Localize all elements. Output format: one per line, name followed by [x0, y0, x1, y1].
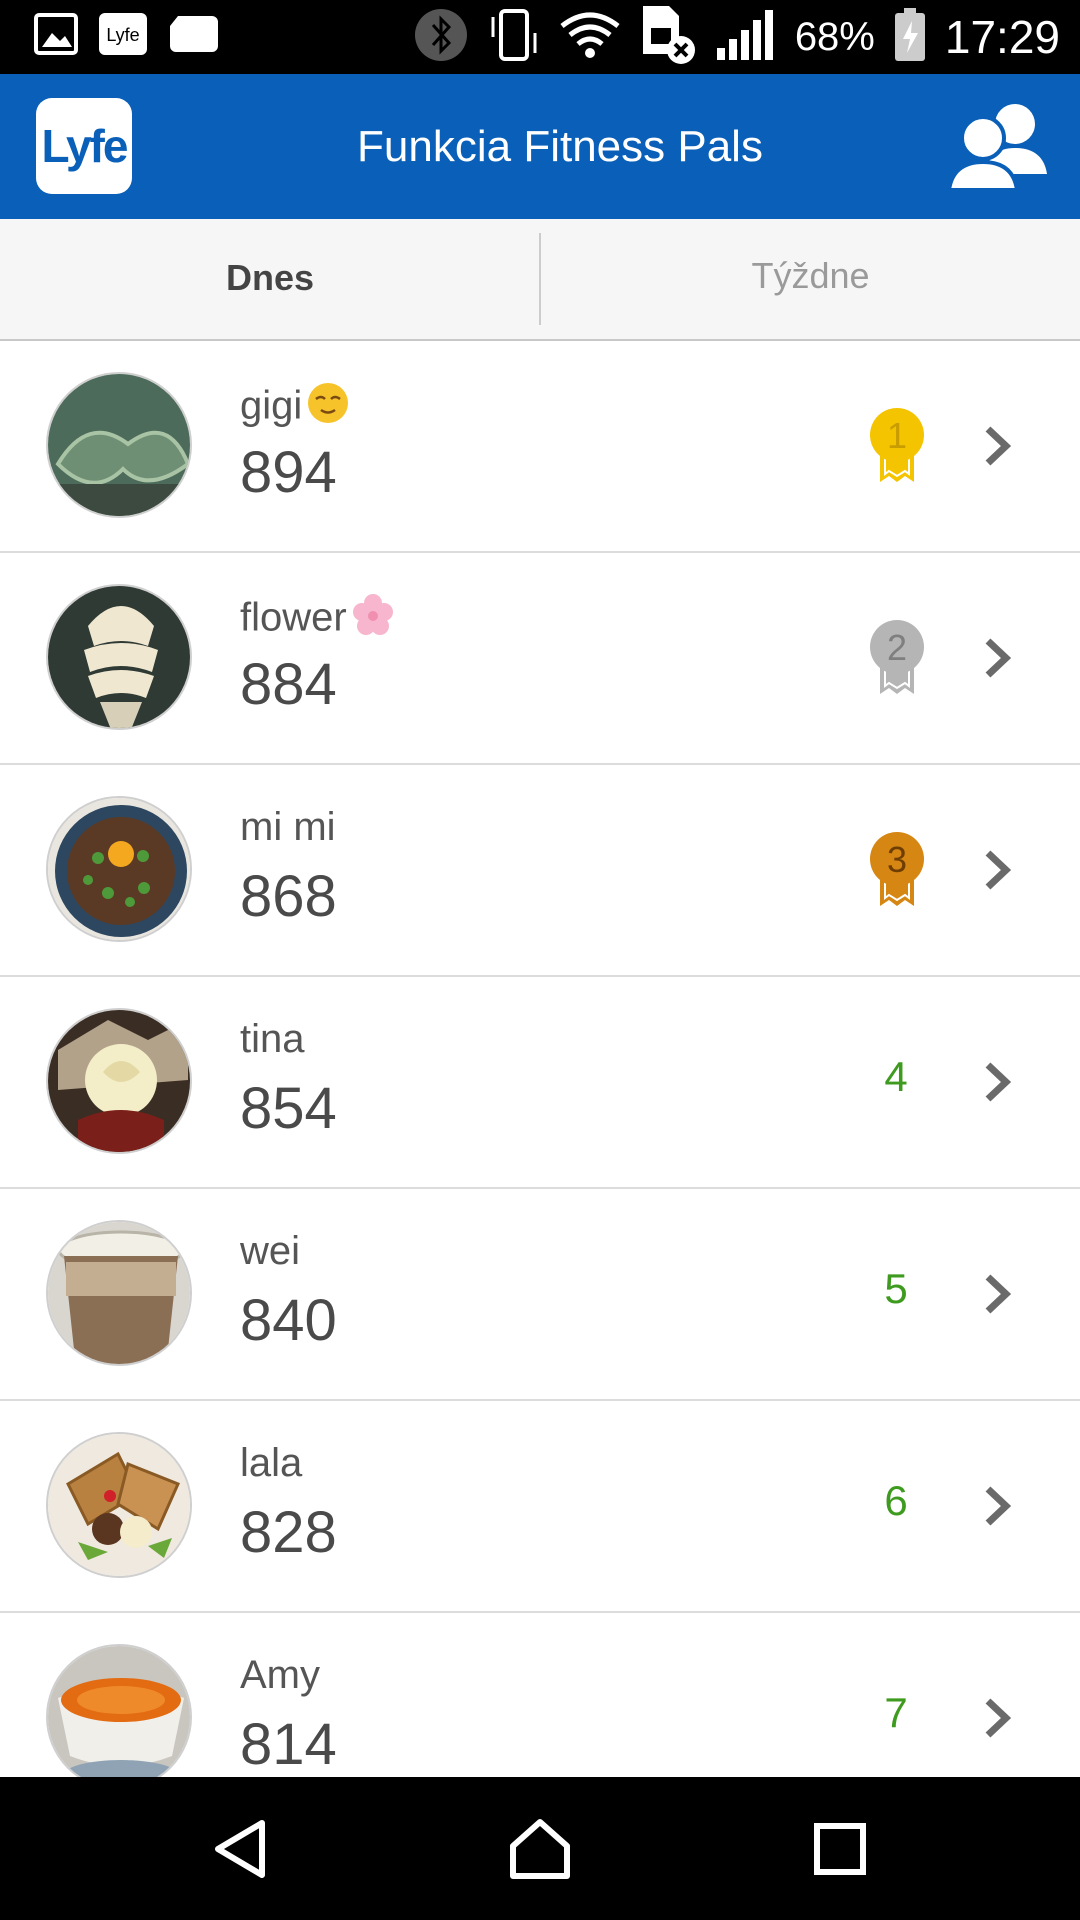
- leaderboard-list: gigi 894 1 flower 884 2 mi mi 868 3 tina…: [0, 341, 1080, 1777]
- lyfe-notification-icon: Lyfe: [98, 12, 148, 61]
- cherry-blossom-emoji: [351, 593, 395, 647]
- smiling-face-emoji: [306, 381, 350, 435]
- clock: 17:29: [944, 11, 1060, 63]
- friends-icon: [946, 104, 1047, 192]
- gallery-notification-icon: [34, 13, 78, 60]
- medal-rank: 2: [887, 627, 907, 668]
- leaderboard-row[interactable]: wei 840 5: [0, 1189, 1080, 1401]
- svg-text:Lyfe: Lyfe: [106, 25, 139, 45]
- leaderboard-row[interactable]: mi mi 868 3: [0, 765, 1080, 977]
- avatar: [46, 1432, 192, 1578]
- wifi-icon: [559, 10, 621, 65]
- silver-medal-icon: 2: [864, 618, 930, 696]
- chevron-right-icon[interactable]: [982, 1697, 1012, 1739]
- user-name: Amy: [240, 1653, 320, 1697]
- back-button[interactable]: [190, 1807, 290, 1891]
- page-title: Funkcia Fitness Pals: [357, 122, 763, 171]
- chevron-right-icon[interactable]: [982, 1273, 1012, 1315]
- user-score: 854: [240, 1076, 337, 1141]
- gold-medal-icon: 1: [864, 406, 930, 484]
- bluetooth-icon: [413, 7, 469, 68]
- user-name: gigi: [240, 383, 303, 428]
- leaderboard-row[interactable]: tina 854 4: [0, 977, 1080, 1189]
- user-name: wei: [240, 1229, 301, 1273]
- user-name: mi mi: [240, 805, 336, 849]
- chevron-right-icon[interactable]: [982, 637, 1012, 679]
- avatar: [46, 584, 192, 730]
- friends-button[interactable]: [942, 94, 1052, 198]
- app-logo[interactable]: Lyfe: [36, 98, 132, 194]
- user-name: lala: [240, 1441, 303, 1485]
- user-score: 868: [240, 864, 337, 929]
- chevron-right-icon[interactable]: [982, 849, 1012, 891]
- rank-number: 5: [884, 1265, 908, 1312]
- bronze-medal-icon: 3: [864, 830, 930, 908]
- chevron-right-icon[interactable]: [982, 425, 1012, 467]
- leaderboard-row[interactable]: lala 828 6: [0, 1401, 1080, 1613]
- user-score: 840: [240, 1288, 337, 1353]
- user-name: tina: [240, 1017, 305, 1061]
- medal-rank: 3: [887, 839, 907, 880]
- avatar: [46, 1220, 192, 1366]
- app-bar: Lyfe Funkcia Fitness Pals: [0, 74, 1080, 219]
- status-bar: Lyfe 68% 17:29: [0, 0, 1080, 74]
- rank-number: 6: [884, 1477, 908, 1524]
- recent-apps-icon: [814, 1823, 866, 1875]
- user-name: flower: [240, 595, 347, 640]
- home-icon: [510, 1819, 570, 1879]
- user-score: 884: [240, 652, 337, 717]
- avatar: [46, 372, 192, 518]
- no-sim-icon: [639, 4, 697, 71]
- system-navigation-bar: [0, 1777, 1080, 1920]
- battery-percentage: 68%: [794, 14, 875, 59]
- message-notification-icon: [168, 14, 220, 59]
- back-icon: [215, 1820, 265, 1878]
- tab-today[interactable]: Dnes: [0, 219, 540, 339]
- leaderboard-row[interactable]: Amy 814 7: [0, 1613, 1080, 1777]
- user-score: 894: [240, 440, 337, 505]
- recent-apps-button[interactable]: [790, 1807, 890, 1891]
- tab-week[interactable]: Týždne: [541, 219, 1080, 339]
- period-tabs: Dnes Týždne: [0, 219, 1080, 341]
- vibrate-icon: [487, 7, 541, 68]
- avatar: [46, 796, 192, 942]
- chevron-right-icon[interactable]: [982, 1485, 1012, 1527]
- logo-text: Lyfe: [41, 120, 129, 172]
- signal-icon: [715, 8, 777, 67]
- medal-rank: 1: [887, 415, 907, 456]
- avatar: [46, 1008, 192, 1154]
- battery-charging-icon: [893, 7, 927, 68]
- leaderboard-row[interactable]: flower 884 2: [0, 553, 1080, 765]
- leaderboard-row[interactable]: gigi 894 1: [0, 341, 1080, 553]
- rank-number: 4: [884, 1053, 908, 1100]
- rank-number: 7: [884, 1689, 908, 1736]
- user-score: 814: [240, 1712, 337, 1777]
- home-button[interactable]: [490, 1807, 590, 1891]
- user-score: 828: [240, 1500, 337, 1565]
- chevron-right-icon[interactable]: [982, 1061, 1012, 1103]
- avatar: [46, 1644, 192, 1777]
